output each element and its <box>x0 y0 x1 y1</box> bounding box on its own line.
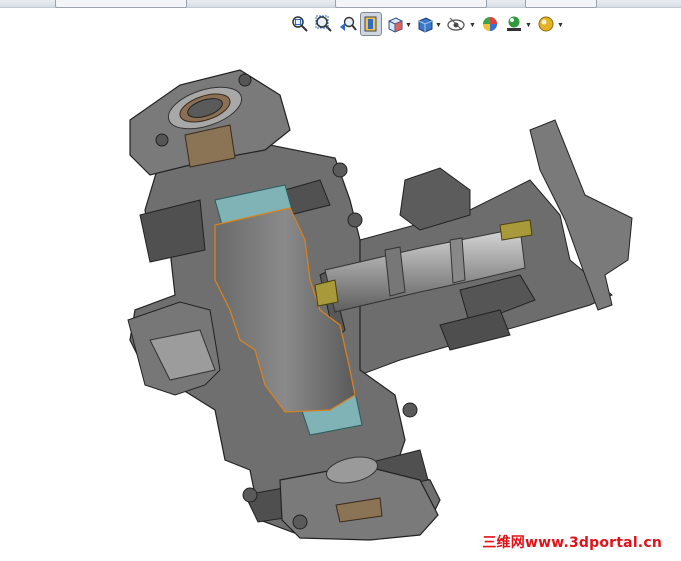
tab-fragment[interactable] <box>335 0 487 8</box>
heads-up-view-toolbar: ▼ ▼ ▼ ▼ ▼ <box>289 12 569 38</box>
chevron-down-icon[interactable]: ▼ <box>435 22 442 29</box>
zoom-to-area-icon <box>315 15 332 32</box>
hide-show-items-button[interactable] <box>445 12 467 36</box>
apply-scene-icon <box>507 16 521 31</box>
edit-appearance-button[interactable] <box>479 12 501 36</box>
apply-scene-button[interactable] <box>503 12 525 36</box>
zoom-to-fit-button[interactable] <box>289 12 311 36</box>
previous-view-button[interactable] <box>337 12 359 36</box>
edit-appearance-icon <box>483 17 497 31</box>
graphics-viewport[interactable] <box>0 40 681 561</box>
chevron-down-icon[interactable]: ▼ <box>557 22 564 29</box>
view-settings-button[interactable] <box>535 12 557 36</box>
chevron-down-icon[interactable]: ▼ <box>405 22 412 29</box>
chevron-down-icon[interactable]: ▼ <box>525 22 532 29</box>
tab-fragment[interactable] <box>525 0 597 8</box>
zoom-to-fit-icon <box>292 16 308 32</box>
display-style-icon <box>418 17 433 33</box>
watermark-text: 三维网www.3dportal.cn <box>482 535 662 551</box>
hide-show-items-icon <box>447 17 465 31</box>
menu-strip <box>0 0 681 8</box>
section-view-button[interactable] <box>360 12 382 36</box>
view-orientation-button[interactable] <box>384 12 406 36</box>
view-orientation-icon <box>388 17 403 33</box>
section-view-icon <box>364 16 377 32</box>
zoom-to-area-button[interactable] <box>313 12 335 36</box>
previous-view-icon <box>340 16 357 31</box>
display-style-button[interactable] <box>414 12 436 36</box>
chevron-down-icon[interactable]: ▼ <box>469 22 476 29</box>
view-settings-icon <box>538 16 554 32</box>
tab-fragment[interactable] <box>55 0 187 8</box>
